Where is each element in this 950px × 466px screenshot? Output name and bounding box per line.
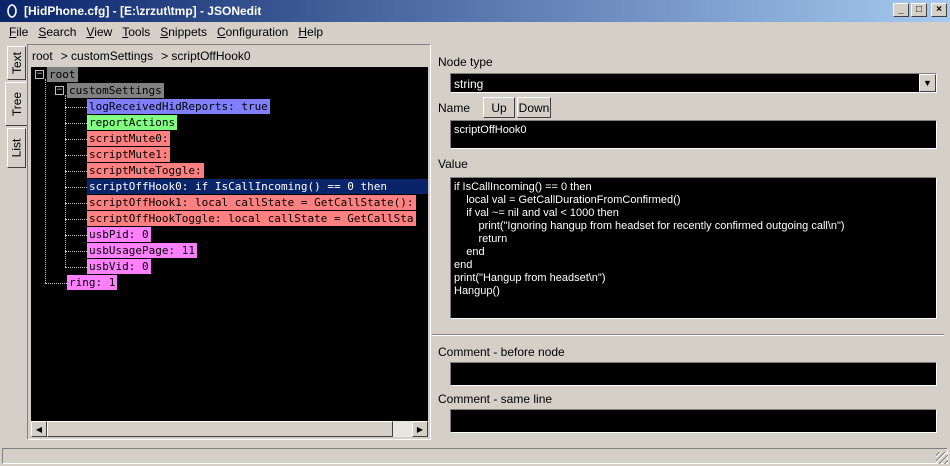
down-button[interactable]: Down (517, 97, 551, 118)
up-button[interactable]: Up (483, 97, 515, 118)
collapse-root-icon[interactable]: − (35, 70, 44, 79)
tree-line (65, 123, 87, 124)
tree-line (65, 187, 87, 188)
view-tabs: Text Tree List (5, 44, 28, 444)
comment-before-field[interactable] (450, 362, 937, 386)
node-type-value: string (451, 74, 918, 92)
chevron-down-icon[interactable]: ▼ (919, 74, 936, 92)
tree-node[interactable]: scriptMute1: (87, 147, 171, 162)
status-cell (2, 448, 948, 464)
name-label: Name (438, 101, 471, 115)
value-editor[interactable]: if IsCallIncoming() == 0 then local val … (450, 177, 937, 319)
menu-bar: File Search View Tools Snippets Configur… (0, 22, 950, 42)
tree-horizontal-scrollbar[interactable]: ◀ ▶ (31, 421, 428, 437)
tree-node[interactable]: scriptOffHook1: local callState = GetCal… (87, 195, 416, 210)
tree-line (65, 251, 87, 252)
comment-same-field[interactable] (450, 409, 937, 433)
breadcrumb-root[interactable]: root (32, 49, 53, 63)
scroll-thumb[interactable] (47, 421, 393, 437)
tree-node[interactable]: reportActions (87, 115, 178, 130)
collapse-customsettings-icon[interactable]: − (55, 86, 64, 95)
menu-configuration[interactable]: Configuration (212, 25, 293, 39)
tab-list[interactable]: List (7, 128, 26, 168)
tree-line (65, 155, 87, 156)
name-field[interactable]: scriptOffHook0 (450, 120, 937, 149)
breadcrumb: root > customSettings > scriptOffHook0 (32, 49, 259, 63)
window-title: [HidPhone.cfg] - [E:\zrzut\tmp] - JSONed… (24, 4, 262, 18)
tree-node[interactable]: logReceivedHidReports: true (87, 99, 270, 114)
tree-node[interactable]: scriptOffHookToggle: local callState = G… (87, 211, 416, 226)
tree-node-root[interactable]: root (47, 67, 78, 82)
title-bar[interactable]: [HidPhone.cfg] - [E:\zrzut\tmp] - JSONed… (0, 0, 950, 22)
minimize-button[interactable]: _ (893, 3, 909, 17)
tree-node-selected[interactable]: scriptOffHook0: if IsCallIncoming() == 0… (87, 179, 428, 194)
tab-tree[interactable]: Tree (5, 82, 28, 126)
menu-file[interactable]: File (4, 25, 33, 39)
tree-node[interactable]: usbVid: 0 (87, 259, 151, 274)
tree-node[interactable]: scriptMute0: (87, 131, 171, 146)
scroll-right-icon[interactable]: ▶ (412, 421, 428, 437)
tree-line (45, 79, 46, 283)
app-icon (4, 3, 20, 19)
tree-line (45, 283, 67, 284)
comment-before-label: Comment - before node (438, 345, 565, 359)
node-type-select[interactable]: string ▼ (450, 73, 937, 93)
tree-node[interactable]: ring: 1 (67, 275, 118, 290)
tree-node[interactable]: usbUsagePage: 11 (87, 243, 197, 258)
tab-text[interactable]: Text (7, 46, 26, 80)
scroll-left-icon[interactable]: ◀ (31, 421, 47, 437)
json-tree[interactable]: − − root customSettings logReceivedHidRe… (31, 67, 428, 421)
status-bar (0, 446, 950, 466)
comment-same-label: Comment - same line (438, 392, 553, 406)
breadcrumb-scriptoffhook0[interactable]: > scriptOffHook0 (161, 49, 250, 63)
tree-node-customsettings[interactable]: customSettings (67, 83, 164, 98)
tree-node[interactable]: usbPid: 0 (87, 227, 151, 242)
menu-tools[interactable]: Tools (117, 25, 155, 39)
divider (432, 334, 944, 336)
close-button[interactable]: × (931, 3, 947, 17)
resize-grip-icon[interactable] (936, 452, 948, 464)
tree-line (65, 107, 87, 108)
menu-search[interactable]: Search (33, 25, 81, 39)
tree-line (65, 203, 87, 204)
menu-view[interactable]: View (81, 25, 117, 39)
value-label: Value (438, 157, 468, 171)
tree-line (65, 267, 87, 268)
tree-line (65, 219, 87, 220)
tree-node[interactable]: scriptMuteToggle: (87, 163, 204, 178)
breadcrumb-customsettings[interactable]: > customSettings (61, 49, 153, 63)
window-controls: _ □ × (893, 3, 947, 17)
tree-line (65, 139, 87, 140)
tree-line (65, 171, 87, 172)
menu-snippets[interactable]: Snippets (155, 25, 212, 39)
menu-help[interactable]: Help (293, 25, 328, 39)
tree-line (65, 235, 87, 236)
tree-panel: root > customSettings > scriptOffHook0 −… (27, 44, 431, 440)
maximize-button[interactable]: □ (911, 3, 927, 17)
node-type-label: Node type (438, 55, 493, 69)
tree-line (65, 95, 66, 267)
